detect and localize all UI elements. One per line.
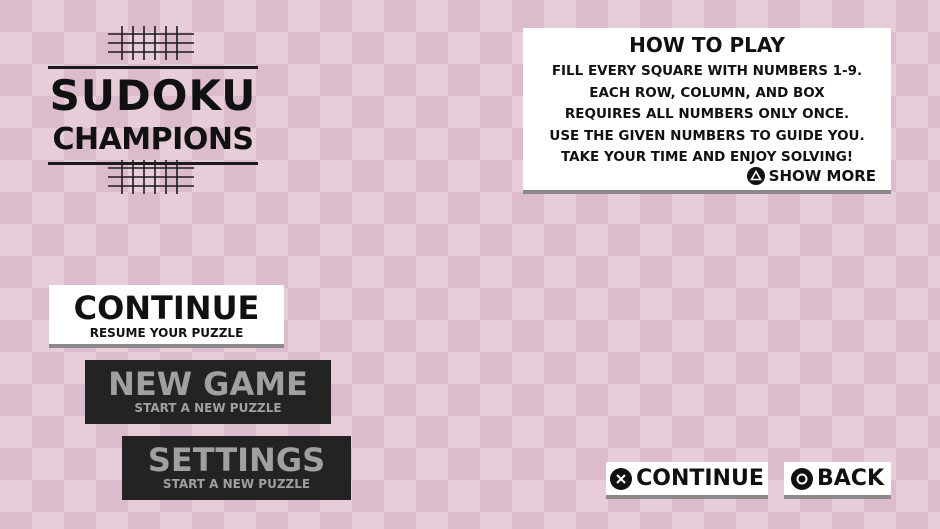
how-to-play-line: REQUIRES ALL NUMBERS ONLY ONCE. [564,106,850,122]
settings-label: SETTINGS [147,441,326,479]
how-to-play-body: FILL EVERY SQUARE WITH NUMBERS 1-9. EACH… [523,61,891,169]
game-logo: SUDOKU CHAMPIONS [46,26,260,194]
continue-label: CONTINUE [73,289,260,327]
continue-sublabel: RESUME YOUR PUZZLE [89,326,244,340]
logo-title-line2: CHAMPIONS [52,122,254,157]
how-to-play-line: USE THE GIVEN NUMBERS TO GUIDE YOU. [549,127,865,144]
new-game-menu-button[interactable]: NEW GAME START A NEW PUZZLE [85,360,331,424]
how-to-play-line: TAKE YOUR TIME AND ENJOY SOLVING! [560,149,854,165]
grid-decoration-icon [108,160,194,194]
how-to-play-line: FILL EVERY SQUARE WITH NUMBERS 1-9. [551,63,863,79]
continue-menu-button[interactable]: CONTINUE RESUME YOUR PUZZLE [49,285,284,348]
logo-rule-top [48,66,258,69]
new-game-label: NEW GAME [108,365,308,403]
new-game-sublabel: START A NEW PUZZLE [134,401,282,415]
continue-prompt-label: CONTINUE [636,466,764,491]
show-more-label: SHOW MORE [768,167,876,185]
logo-title-line1: SUDOKU [49,71,257,120]
circle-button-icon [791,467,813,490]
continue-prompt-button[interactable]: CONTINUE [606,462,768,499]
how-to-play-panel: HOW TO PLAY FILL EVERY SQUARE WITH NUMBE… [523,28,891,194]
back-prompt-label: BACK [817,466,884,491]
triangle-button-icon [746,167,765,185]
show-more-button[interactable]: SHOW MORE [746,167,876,185]
how-to-play-title: HOW TO PLAY [629,33,785,57]
how-to-play-line: EACH ROW, COLUMN, AND BOX [589,84,825,101]
settings-menu-button[interactable]: SETTINGS START A NEW PUZZLE [122,436,351,500]
settings-sublabel: START A NEW PUZZLE [162,477,311,491]
cross-button-icon [610,467,633,490]
grid-decoration-icon [108,26,194,60]
back-prompt-button[interactable]: BACK [784,462,891,499]
